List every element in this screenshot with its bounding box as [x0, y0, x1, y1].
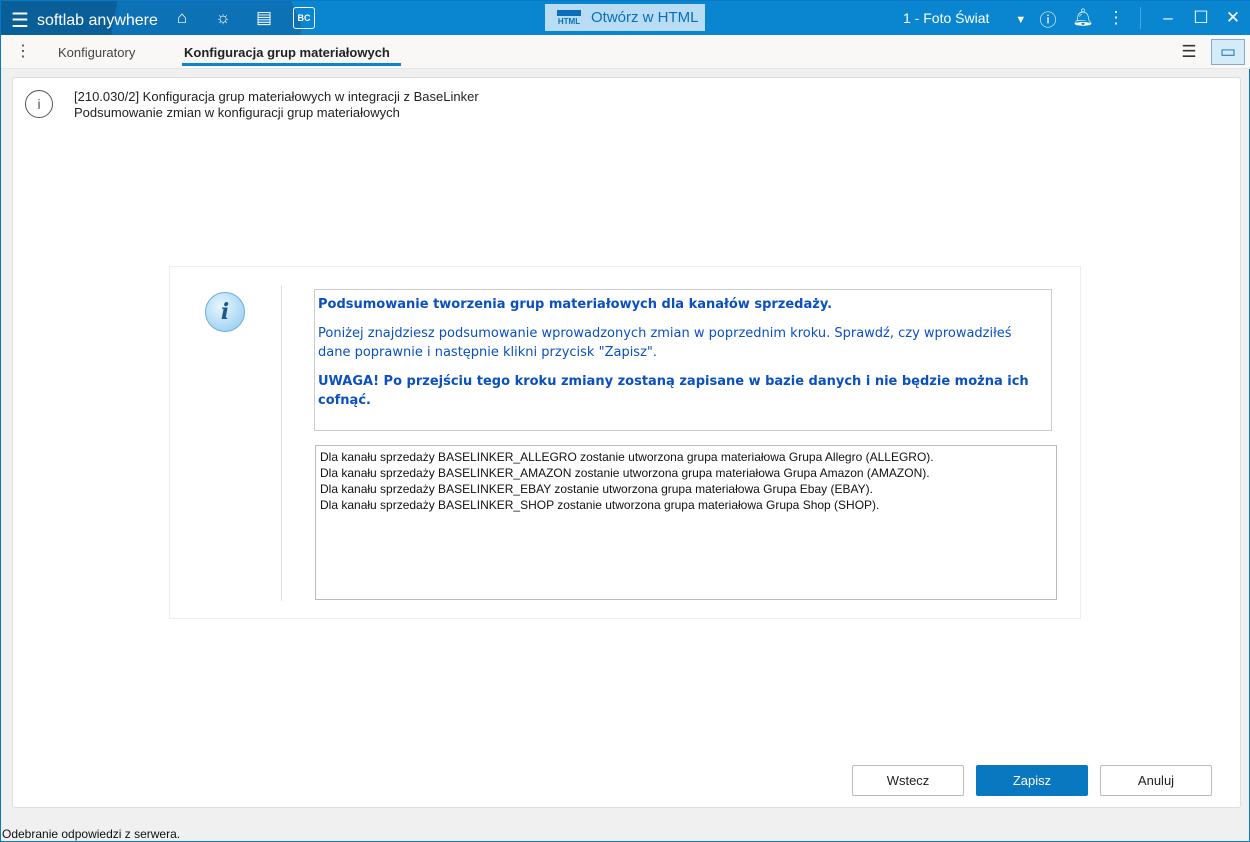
- info-large-icon: i: [205, 292, 245, 332]
- bc-icon[interactable]: BC: [293, 7, 315, 29]
- back-button[interactable]: Wstecz: [852, 765, 964, 796]
- status-bar: Odebranie odpowiedzi z serwera.: [2, 827, 181, 841]
- active-tab-indicator: [182, 63, 401, 66]
- company-selector[interactable]: 1 - Foto Świat ▼: [903, 10, 1026, 26]
- html-icon: HTML: [557, 9, 581, 26]
- content-panel: i [210.030/2] Konfiguracja grup materiał…: [12, 77, 1241, 808]
- divider: [281, 285, 282, 601]
- minimize-icon[interactable]: –: [1157, 7, 1179, 29]
- chat-icon[interactable]: ▭: [1211, 39, 1245, 65]
- news-icon[interactable]: ▤: [253, 7, 275, 29]
- list-item: Dla kanału sprzedaży BASELINKER_EBAY zos…: [320, 482, 873, 496]
- message-title: Podsumowanie tworzenia grup materiałowyc…: [318, 297, 833, 312]
- list-view-icon[interactable]: ☰: [1178, 41, 1200, 63]
- company-label: 1 - Foto Świat: [903, 10, 990, 26]
- chevron-down-icon: ▼: [1015, 14, 1027, 26]
- brand: ☰ softlab anywhere: [11, 8, 158, 33]
- summary-box: i Podsumowanie tworzenia grup materiałow…: [169, 266, 1081, 619]
- list-item: Dla kanału sprzedaży BASELINKER_AMAZON z…: [320, 466, 930, 480]
- message-warning: UWAGA! Po przejściu tego kroku zmiany zo…: [318, 374, 1029, 408]
- maximize-icon[interactable]: ☐: [1190, 7, 1212, 29]
- home-icon[interactable]: ⌂: [171, 7, 193, 29]
- header-subtitle: Podsumowanie zmian w konfiguracji grup m…: [74, 105, 400, 120]
- summary-list[interactable]: Dla kanału sprzedaży BASELINKER_ALLEGRO …: [315, 445, 1057, 600]
- open-html-label: Otwórz w HTML: [591, 9, 699, 26]
- bell-icon[interactable]: 🔔︎: [1072, 7, 1094, 29]
- close-icon[interactable]: ✕: [1222, 7, 1244, 29]
- app-name: softlab anywhere: [36, 11, 158, 29]
- message-body: Poniżej znajdziesz podsumowanie wprowadz…: [318, 326, 1012, 360]
- open-html-button[interactable]: HTML Otwórz w HTML: [545, 4, 705, 31]
- tab-konfiguratory[interactable]: Konfiguratory: [58, 45, 135, 60]
- list-item: Dla kanału sprzedaży BASELINKER_ALLEGRO …: [320, 450, 934, 464]
- header-title: [210.030/2] Konfiguracja grup materiałow…: [74, 89, 479, 104]
- info-icon: i: [25, 90, 53, 118]
- more-vertical-icon[interactable]: ⋮: [1105, 7, 1127, 29]
- list-item: Dla kanału sprzedaży BASELINKER_SHOP zos…: [320, 498, 880, 512]
- cancel-button[interactable]: Anuluj: [1100, 765, 1212, 796]
- divider: [1140, 7, 1141, 29]
- help-icon[interactable]: ⓘ: [1037, 7, 1059, 30]
- message-box: Podsumowanie tworzenia grup materiałowyc…: [314, 289, 1052, 431]
- save-button[interactable]: Zapisz: [976, 765, 1088, 796]
- tabs-menu-icon[interactable]: ⋮: [15, 41, 31, 61]
- hamburger-menu-icon[interactable]: ☰: [11, 8, 29, 33]
- title-bar: ☰ softlab anywhere ⌂ ☼ ▤ BC HTML Otwórz w …: [1, 1, 1250, 35]
- tab-konfiguracja-grup[interactable]: Konfiguracja grup materiałowych: [184, 45, 390, 60]
- lightbulb-icon[interactable]: ☼: [212, 7, 234, 29]
